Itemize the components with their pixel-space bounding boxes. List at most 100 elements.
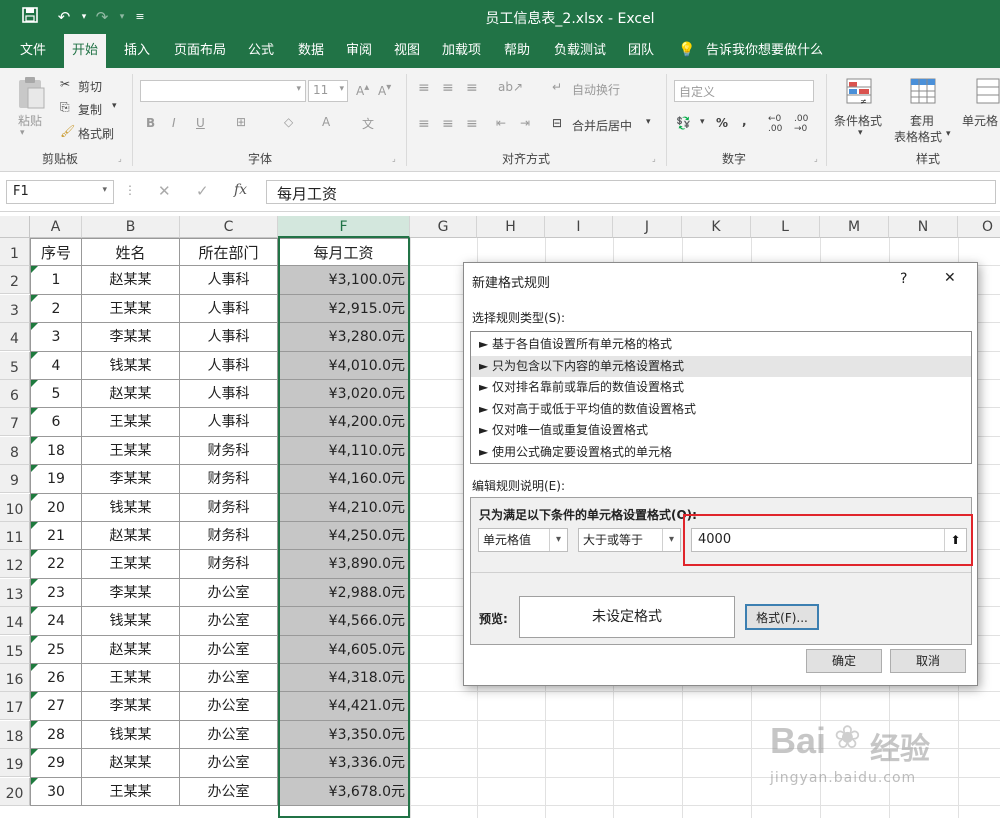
phonetic-icon[interactable]: 文 [362, 115, 374, 132]
decrease-indent-icon[interactable]: ⇤ [496, 116, 506, 130]
header-cell[interactable]: 序号 [30, 238, 82, 267]
table-cell[interactable]: 人事科 [180, 323, 278, 352]
table-cell[interactable]: 李某某 [82, 692, 180, 721]
cell-styles-button[interactable]: 单元格 [962, 112, 998, 129]
paste-button-label[interactable]: 粘贴 [18, 112, 42, 129]
row-header[interactable]: 10 [0, 493, 30, 522]
column-header-o[interactable]: O [958, 216, 1000, 238]
tab-home[interactable]: 开始 [64, 34, 107, 68]
table-cell[interactable]: ¥2,915.0元 [278, 294, 410, 324]
table-cell[interactable]: 办公室 [180, 692, 278, 721]
wrap-text-icon[interactable]: ↵ [552, 80, 562, 94]
tab-formulas[interactable]: 公式 [240, 34, 282, 68]
grow-font-icon[interactable]: A▴ [356, 82, 369, 98]
decrease-decimal-icon[interactable]: .00 →0 [794, 114, 808, 134]
table-cell[interactable]: 王某某 [82, 408, 180, 437]
number-format-box[interactable]: 自定义 [674, 80, 814, 102]
column-header-n[interactable]: N [889, 216, 958, 238]
format-as-table-label1[interactable]: 套用 [910, 112, 934, 129]
column-header-i[interactable]: I [545, 216, 613, 238]
align-left-icon[interactable]: ≡ [418, 116, 430, 132]
row-header[interactable]: 3 [0, 294, 30, 323]
table-cell[interactable]: 办公室 [180, 720, 278, 750]
table-cell[interactable]: 办公室 [180, 578, 278, 608]
format-as-table-icon[interactable] [910, 78, 938, 106]
table-cell[interactable]: 21 [30, 522, 82, 551]
column-header-m[interactable]: M [820, 216, 889, 238]
row-header[interactable]: 17 [0, 692, 30, 721]
table-cell[interactable]: 钱某某 [82, 720, 180, 750]
table-cell[interactable]: ¥4,210.0元 [278, 493, 410, 522]
align-right-icon[interactable]: ≡ [466, 116, 478, 132]
table-cell[interactable]: 28 [30, 720, 82, 750]
row-header[interactable]: 9 [0, 465, 30, 494]
column-header-g[interactable]: G [410, 216, 477, 238]
row-header[interactable]: 8 [0, 436, 30, 465]
table-cell[interactable]: 财务科 [180, 493, 278, 522]
table-cell[interactable]: 人事科 [180, 380, 278, 409]
wrap-text-button[interactable]: 自动换行 [572, 81, 620, 98]
table-cell[interactable]: 20 [30, 493, 82, 522]
tell-me-search[interactable]: 告诉我你想要做什么 [698, 34, 831, 68]
shrink-font-icon[interactable]: A▾ [378, 82, 391, 98]
table-cell[interactable]: 人事科 [180, 408, 278, 437]
accounting-format-icon[interactable]: 💱 [676, 116, 691, 130]
table-cell[interactable]: 4 [30, 351, 82, 380]
row-header[interactable]: 14 [0, 607, 30, 636]
confirm-entry-icon[interactable]: ✓ [196, 182, 209, 200]
conditional-format-dropdown-icon[interactable]: ▾ [858, 128, 863, 138]
table-cell[interactable]: ¥4,605.0元 [278, 635, 410, 664]
cell-styles-icon[interactable] [976, 78, 1000, 106]
table-cell[interactable]: 财务科 [180, 550, 278, 579]
merge-center-button[interactable]: 合并后居中 [572, 117, 632, 134]
table-cell[interactable]: 30 [30, 777, 82, 806]
table-cell[interactable]: ¥4,110.0元 [278, 436, 410, 466]
merge-dropdown-icon[interactable]: ▾ [646, 117, 651, 127]
format-button[interactable]: 格式(F)... [745, 604, 819, 630]
orientation-icon[interactable]: ab↗ [498, 80, 523, 94]
table-cell[interactable]: 财务科 [180, 522, 278, 551]
table-cell[interactable]: 赵某某 [82, 635, 180, 664]
table-cell[interactable]: 赵某某 [82, 522, 180, 551]
table-cell[interactable]: ¥4,318.0元 [278, 664, 410, 693]
row-header[interactable]: 20 [0, 777, 30, 806]
table-cell[interactable]: 29 [30, 749, 82, 778]
table-cell[interactable]: ¥4,250.0元 [278, 522, 410, 551]
font-color-icon[interactable]: A [322, 115, 330, 129]
tab-review[interactable]: 审阅 [338, 34, 380, 68]
row-header[interactable]: 15 [0, 635, 30, 664]
align-middle-icon[interactable]: ≡ [442, 80, 454, 96]
increase-decimal-icon[interactable]: ←0.00 [768, 114, 782, 134]
row-header[interactable]: 13 [0, 578, 30, 607]
table-cell[interactable]: 19 [30, 465, 82, 494]
format-as-table-dropdown-icon[interactable]: ▾ [946, 129, 951, 139]
table-cell[interactable]: 24 [30, 607, 82, 636]
merge-center-icon[interactable]: ⊟ [552, 116, 562, 130]
table-cell[interactable]: 3 [30, 323, 82, 352]
table-cell[interactable]: 钱某某 [82, 351, 180, 380]
table-cell[interactable]: ¥3,100.0元 [278, 266, 410, 295]
table-cell[interactable]: 人事科 [180, 351, 278, 380]
table-cell[interactable]: ¥4,566.0元 [278, 607, 410, 636]
cut-icon[interactable]: ✂ [60, 77, 70, 91]
row-header[interactable]: 7 [0, 408, 30, 437]
table-cell[interactable]: 赵某某 [82, 380, 180, 409]
rule-type-item[interactable]: ► 仅对高于或低于平均值的数值设置格式 [471, 399, 971, 421]
table-cell[interactable]: 办公室 [180, 749, 278, 778]
comma-style-icon[interactable]: , [742, 114, 747, 128]
percent-icon[interactable]: % [716, 116, 728, 130]
table-cell[interactable]: 办公室 [180, 777, 278, 806]
table-cell[interactable]: ¥3,280.0元 [278, 323, 410, 352]
table-cell[interactable]: 5 [30, 380, 82, 409]
alignment-launcher-icon[interactable]: ⌟ [652, 154, 656, 163]
row-header[interactable]: 6 [0, 380, 30, 408]
align-bottom-icon[interactable]: ≡ [466, 80, 478, 96]
formula-input[interactable]: 每月工资 [266, 180, 996, 204]
number-launcher-icon[interactable]: ⌟ [814, 154, 818, 163]
header-cell[interactable]: 每月工资 [278, 238, 410, 267]
table-cell[interactable]: ¥4,010.0元 [278, 351, 410, 380]
tab-view[interactable]: 视图 [386, 34, 428, 68]
insert-function-icon[interactable]: fx [234, 182, 247, 198]
cut-button[interactable]: 剪切 [78, 78, 102, 95]
tab-help[interactable]: 帮助 [496, 34, 538, 68]
